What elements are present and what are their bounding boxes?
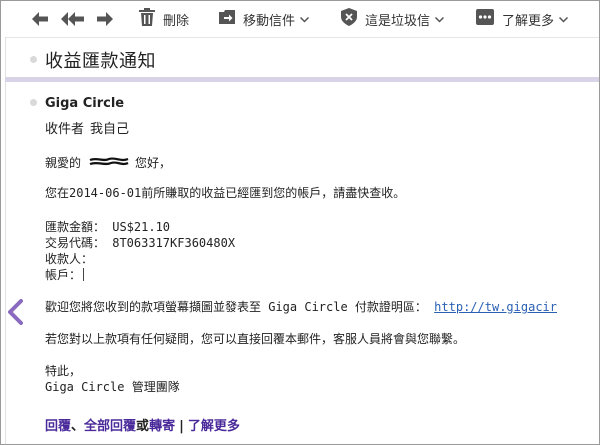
text-caret	[83, 268, 85, 281]
spam-button[interactable]: 這是垃圾信	[341, 8, 445, 30]
more-button[interactable]: 了解更多	[476, 8, 569, 30]
footer-divider: |	[179, 419, 184, 434]
questions-line: 若您對以上款項有任何疑問，您可以直接回覆本郵件，客服人員將會與您聯繫。	[45, 332, 466, 346]
recipient-label: 收件者	[45, 122, 85, 137]
forward-icon[interactable]	[96, 9, 114, 29]
separator-comma: 、	[71, 419, 85, 434]
reply-all-icon[interactable]	[61, 9, 85, 29]
payment-proof-link[interactable]: http://tw.gigacir	[434, 300, 557, 314]
recipient-line: 收件者 我自己	[45, 118, 129, 137]
spam-label: 這是垃圾信	[365, 13, 431, 29]
account-label: 帳戶：	[45, 268, 82, 282]
greeting-prefix: 親愛的	[45, 156, 82, 170]
welcome-line: 歡迎您將您收到的款項螢幕擷圖並發表至 Giga Circle 付款證明區： ht…	[45, 299, 557, 315]
subject-dot-icon	[30, 56, 37, 63]
chevron-down-icon	[434, 12, 445, 27]
reply-icon[interactable]	[31, 9, 49, 29]
message-dot-icon	[30, 99, 37, 106]
shield-icon	[341, 8, 357, 30]
email-window: 刪除 移動信件 這是垃圾信 了解更多 收益匯款通知 Giga Circle 收件…	[0, 0, 600, 445]
chevron-down-icon	[558, 12, 569, 27]
toolbar: 刪除 移動信件 這是垃圾信 了解更多	[1, 1, 599, 37]
reply-all-link[interactable]: 全部回覆	[84, 419, 136, 434]
thread-rule	[5, 37, 6, 444]
transaction-line: 交易代碼： 8T063317KF360480X	[45, 236, 236, 250]
payee-line: 收款人：	[45, 252, 94, 266]
amount-line: 匯款金額： US$21.10	[45, 220, 171, 234]
toolbar-divider	[5, 37, 599, 38]
reply-actions: 回覆、全部回覆或轉寄 | 了解更多	[45, 415, 240, 434]
more-label: 了解更多	[502, 13, 555, 29]
greeting-suffix: 您好，	[135, 156, 172, 170]
signature-line: Giga Circle 管理團隊	[45, 380, 180, 394]
chevron-down-icon	[299, 12, 310, 27]
subject-divider	[5, 77, 599, 82]
delete-label: 刪除	[163, 13, 190, 29]
previous-message-icon[interactable]	[7, 299, 23, 329]
received-line: 您在2014-06-01前所賺取的收益已經匯到您的帳戶，請盡快查收。	[45, 186, 406, 200]
trash-icon	[139, 8, 155, 30]
sender-name[interactable]: Giga Circle	[45, 96, 124, 111]
more-link[interactable]: 了解更多	[188, 419, 240, 434]
greeting-line: 親愛的 您好，	[45, 155, 171, 171]
closing-line: 特此，	[45, 364, 82, 378]
move-button[interactable]: 移動信件	[219, 8, 310, 30]
email-subject: 收益匯款通知	[45, 51, 156, 72]
forward-link[interactable]: 轉寄	[149, 419, 175, 434]
delete-button[interactable]: 刪除	[139, 8, 189, 30]
or-text: 或	[136, 419, 150, 434]
redacted-name-scribble	[89, 156, 129, 168]
move-label: 移動信件	[243, 13, 296, 29]
more-dots-icon	[476, 9, 494, 29]
account-line: 帳戶：	[45, 267, 85, 283]
recipient-value[interactable]: 我自己	[90, 122, 129, 137]
welcome-text: 歡迎您將您收到的款項螢幕擷圖並發表至 Giga Circle 付款證明區：	[45, 300, 427, 314]
reply-link[interactable]: 回覆	[45, 419, 71, 434]
folder-move-icon	[219, 9, 235, 29]
